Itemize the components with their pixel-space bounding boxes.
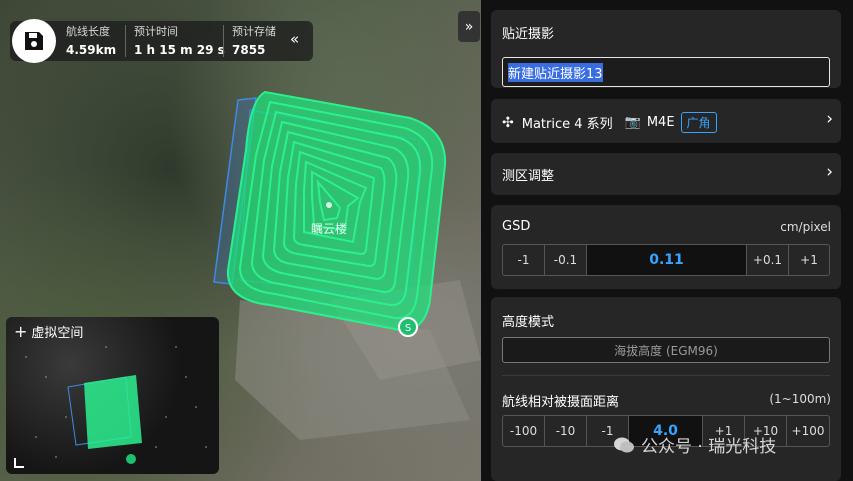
start-marker-label: S	[405, 323, 411, 334]
panel-title: 贴近摄影	[502, 27, 555, 42]
est-storage-stat: 预计存储 7855	[223, 25, 276, 57]
route-length-label: 航线长度	[66, 25, 110, 38]
model-label: 瞩云楼	[311, 222, 348, 236]
gsd-plus-1-button[interactable]: +1	[789, 245, 829, 275]
altitude-mode-select[interactable]: 海拔高度 (EGM96)	[502, 337, 830, 363]
distance-minus-100-button[interactable]: -100	[503, 416, 545, 446]
gsd-unit: cm/pixel	[780, 220, 831, 234]
gsd-stepper: -1 -0.1 0.11 +0.1 +1	[502, 244, 830, 276]
watermark: 公众号 · 瑞光科技	[613, 432, 776, 457]
save-icon	[25, 32, 43, 50]
est-time-stat: 预计时间 1 h 15 m 29 s	[125, 25, 225, 57]
route-length-stat: 航线长度 4.59km	[66, 25, 116, 57]
watermark-text: 公众号 · 瑞光科技	[641, 437, 777, 457]
chevron-right-icon: ›	[826, 162, 833, 182]
area-adjust-label: 测区调整	[502, 169, 555, 184]
lens-badge: 广角	[680, 112, 717, 133]
drone-info: ✣ Matrice 4 系列 📷 M4E 广角	[502, 112, 717, 133]
settings-panel: 贴近摄影 新建贴近摄影13 ✣ Matrice 4 系列 📷 M4E 广角 › …	[481, 0, 853, 481]
distance-plus-100-button[interactable]: +100	[787, 416, 829, 446]
distance-range: (1~100m)	[769, 392, 831, 406]
virtual-space-title: 虚拟空间	[31, 326, 84, 341]
gsd-plus-0.1-button[interactable]: +0.1	[747, 245, 789, 275]
mission-name-card: 贴近摄影 新建贴近摄影13	[491, 10, 841, 88]
gsd-value[interactable]: 0.11	[587, 245, 747, 275]
mission-name-value: 新建贴近摄影13	[508, 62, 603, 82]
virtual-space-view[interactable]: + 虚拟空间	[6, 317, 219, 474]
drone-model: Matrice 4 系列	[521, 117, 613, 132]
gsd-card: GSD cm/pixel -1 -0.1 0.11 +0.1 +1	[491, 205, 841, 289]
collapse-stats-icon[interactable]: «	[290, 30, 299, 48]
mission-name-input[interactable]: 新建贴近摄影13	[502, 57, 830, 87]
gsd-label: GSD	[502, 219, 531, 234]
est-storage-value: 7855	[232, 43, 266, 57]
axis-corner-icon	[14, 458, 24, 468]
save-button[interactable]	[12, 19, 56, 63]
drone-selector[interactable]: ✣ Matrice 4 系列 📷 M4E 广角 ›	[491, 99, 841, 143]
gsd-minus-1-button[interactable]: -1	[503, 245, 545, 275]
chevron-right-icon: ›	[826, 109, 833, 129]
camera-icon: 📷	[624, 115, 641, 130]
drone-icon: ✣	[502, 114, 514, 131]
camera-model: M4E	[646, 115, 675, 130]
wechat-icon	[614, 437, 634, 452]
est-storage-label: 预计存储	[232, 25, 276, 38]
distance-label: 航线相对被摄面距离	[502, 395, 620, 410]
distance-minus-10-button[interactable]: -10	[545, 416, 587, 446]
virtual-space-header[interactable]: + 虚拟空间	[14, 322, 83, 341]
app-root: S 瞩云楼 航线长度 4.59km 预计时间 1 h 15 m 29 s 预计存…	[0, 0, 853, 481]
route-length-value: 4.59km	[66, 43, 117, 57]
gsd-minus-0.1-button[interactable]: -0.1	[545, 245, 587, 275]
expand-plus-icon[interactable]: +	[14, 323, 27, 340]
altitude-mode-label: 高度模式	[502, 315, 555, 330]
divider	[502, 375, 830, 376]
est-time-value: 1 h 15 m 29 s	[134, 43, 225, 57]
area-adjust-row[interactable]: 测区调整 ›	[491, 153, 841, 195]
panel-toggle-icon[interactable]: »	[458, 11, 480, 42]
est-time-label: 预计时间	[134, 25, 178, 38]
